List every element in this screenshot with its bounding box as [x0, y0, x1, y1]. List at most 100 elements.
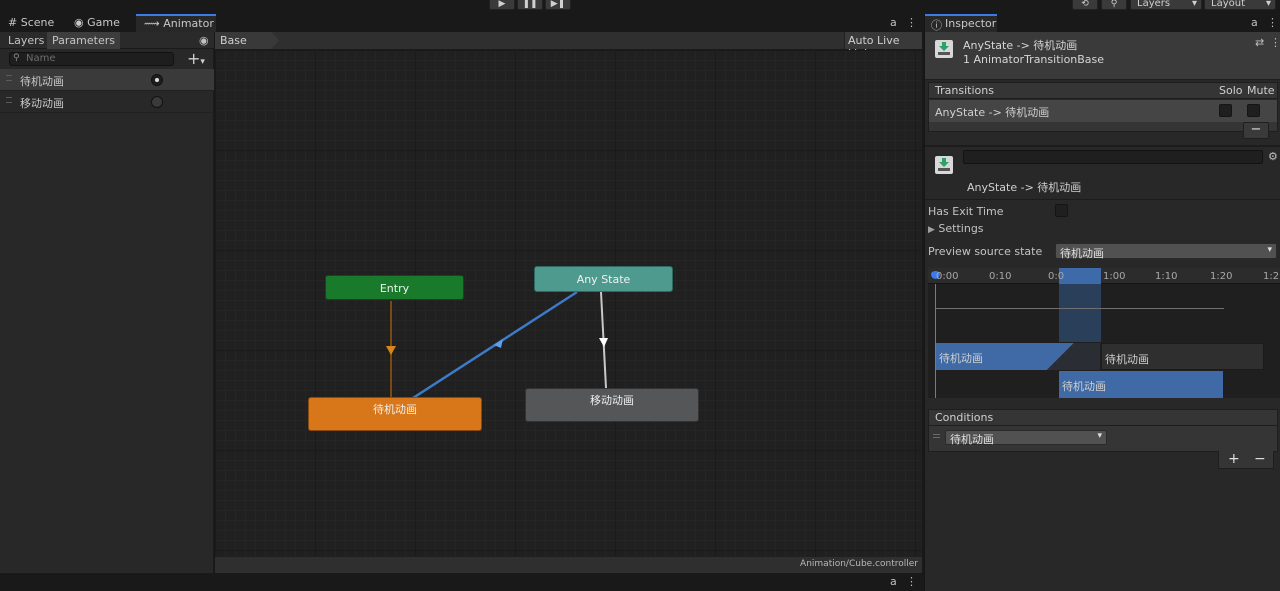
parameter-name: 移动动画 — [20, 97, 64, 110]
play-icon: ▶ — [498, 0, 506, 9]
subtab-parameters[interactable]: Parameters — [47, 32, 120, 49]
state-node-idle[interactable]: 待机动画 — [308, 397, 482, 431]
chevron-down-icon: ▾ — [1267, 245, 1272, 255]
transition-lines — [386, 290, 608, 400]
inspector-tab-bar: ⓘ Inspector a ⋮ — [925, 14, 1280, 32]
tab-animator[interactable]: ⟿ Animator — [136, 14, 216, 32]
step-button[interactable]: ▶❚ — [545, 0, 571, 10]
state-node-move[interactable]: 移动动画 — [525, 388, 699, 422]
inspector-subtitle: 1 AnimatorTransitionBase — [963, 53, 1105, 66]
transition-timeline[interactable]: 待机动画 待机动画 待机动画 — [928, 268, 1280, 398]
auto-live-link-button[interactable]: Auto Live Link — [844, 32, 922, 60]
parameter-bool-toggle[interactable] — [151, 74, 163, 86]
kebab-menu-icon[interactable]: ⋮ — [906, 16, 917, 29]
chevron-down-icon: ▾ — [1265, 0, 1271, 9]
animator-icon: ⟿ — [144, 17, 160, 30]
parameter-row[interactable]: 待机动画 — [0, 69, 214, 91]
conditions-footer: + − — [1218, 451, 1274, 469]
animator-graph[interactable]: Entry Any State 待机动画 移动动画 — [215, 50, 922, 557]
condition-parameter-dropdown[interactable]: 待机动画 ▾ — [945, 430, 1107, 446]
layers-dropdown[interactable]: Layers ▾ — [1130, 0, 1202, 10]
tab-scene[interactable]: # Scene — [0, 14, 64, 32]
step-icon: ▶❚ — [550, 0, 566, 9]
condition-parameter-value: 待机动画 — [950, 433, 994, 446]
parameter-row[interactable]: 移动动画 — [0, 91, 214, 113]
preset-icon[interactable]: ⇄ — [1255, 36, 1264, 49]
timeline-track-source-continue[interactable]: 待机动画 — [1101, 343, 1264, 370]
entry-node-label: Entry — [379, 282, 410, 295]
preview-source-value: 待机动画 — [1060, 247, 1104, 260]
window-tab-bar: # Scene ◉ Game ⟿ Animator a ⋮ — [0, 14, 922, 32]
pause-icon: ❚❚ — [522, 0, 538, 9]
parameter-name: 待机动画 — [20, 75, 64, 88]
mute-column-label: Mute — [1247, 84, 1275, 97]
kebab-menu-icon[interactable]: ⋮ — [1270, 36, 1280, 49]
timeline-tick: 0:10 — [989, 271, 1012, 282]
lock-icon[interactable]: a — [1251, 16, 1258, 29]
kebab-menu-icon[interactable]: ⋮ — [906, 575, 917, 588]
parameter-search-input[interactable]: ⚲ Name — [9, 52, 174, 66]
conditions-list-header: Conditions — [928, 409, 1278, 426]
timeline-track-label: 待机动画 — [939, 352, 983, 365]
entry-node[interactable]: Entry — [325, 275, 464, 300]
transitions-list-footer — [928, 122, 1278, 132]
graph-breadcrumb-bar: Base Layer Auto Live Link — [215, 32, 922, 60]
has-exit-time-checkbox[interactable] — [1055, 204, 1068, 217]
transition-blend-marker[interactable] — [1059, 268, 1101, 284]
tab-animator-label: Animator — [163, 17, 214, 30]
tab-inspector-label: Inspector — [945, 17, 997, 30]
add-parameter-button[interactable]: +▾ — [187, 49, 205, 68]
gear-icon[interactable]: ⚙ — [1268, 150, 1278, 163]
state-node-label: 待机动画 — [373, 403, 417, 416]
eye-icon[interactable]: ◉ — [199, 34, 209, 47]
remove-transition-label: − — [1250, 122, 1262, 137]
tab-inspector[interactable]: ⓘ Inspector — [925, 14, 997, 32]
search-button[interactable]: ⚲ — [1101, 0, 1127, 10]
tab-scene-label: Scene — [20, 16, 55, 29]
condition-row[interactable]: 待机动画 ▾ — [928, 426, 1278, 452]
any-state-node[interactable]: Any State — [534, 266, 673, 292]
timeline-track-source[interactable]: 待机动画 — [936, 343, 1100, 370]
section-divider — [925, 145, 1280, 147]
play-button[interactable]: ▶ — [489, 0, 515, 10]
add-condition-button[interactable]: + — [1228, 451, 1240, 467]
transition-caption: AnyState -> 待机动画 — [967, 181, 1082, 194]
drag-handle-icon[interactable] — [6, 97, 12, 103]
parameter-bool-toggle[interactable] — [151, 96, 163, 108]
drag-handle-icon[interactable] — [933, 434, 940, 438]
parameters-panel: Layers Parameters ◉ ⚲ Name +▾ 待机动画 移动动画 — [0, 32, 214, 573]
layout-dropdown[interactable]: Layout ▾ — [1204, 0, 1276, 10]
history-button[interactable]: ⟲ — [1072, 0, 1098, 10]
layout-dropdown-label: Layout — [1211, 0, 1245, 9]
drag-handle-icon[interactable] — [6, 75, 12, 81]
tab-game[interactable]: ◉ Game — [66, 14, 132, 32]
transition-list-item[interactable]: AnyState -> 待机动画 — [928, 100, 1278, 122]
transition-name-input[interactable] — [963, 150, 1263, 164]
timeline-track-label: 待机动画 — [1105, 353, 1149, 366]
info-icon: ⓘ — [931, 19, 942, 32]
mute-checkbox[interactable] — [1247, 104, 1260, 117]
pause-button[interactable]: ❚❚ — [517, 0, 543, 10]
transition-icon — [935, 40, 953, 58]
settings-foldout[interactable]: ▶ Settings — [928, 222, 1078, 238]
lock-icon[interactable]: a — [890, 16, 897, 29]
transition-arrow-icon — [386, 346, 396, 355]
breadcrumb[interactable]: Base Layer — [215, 32, 279, 49]
settings-label: Settings — [938, 222, 984, 235]
preview-source-dropdown[interactable]: 待机动画 ▾ — [1055, 243, 1277, 260]
main-toolbar: ▶ ❚❚ ▶❚ ⟲ ⚲ Layers ▾ Layout ▾ — [0, 0, 1280, 14]
lock-icon[interactable]: a — [890, 575, 897, 588]
timeline-tick: 0:00 — [936, 271, 959, 282]
subtab-layers[interactable]: Layers — [3, 32, 49, 49]
timeline-tick: 0:0 — [1048, 271, 1065, 282]
timeline-curve — [936, 308, 1224, 309]
kebab-menu-icon[interactable]: ⋮ — [1267, 16, 1278, 29]
search-placeholder: Name — [26, 53, 56, 64]
chevron-right-icon: ▶ — [928, 225, 935, 235]
timeline-track-destination[interactable]: 待机动画 — [1059, 371, 1223, 398]
gamepad-icon: ◉ — [74, 16, 84, 29]
solo-checkbox[interactable] — [1219, 104, 1232, 117]
remove-transition-button[interactable]: − — [1243, 122, 1269, 139]
remove-condition-button[interactable]: − — [1254, 451, 1266, 467]
has-exit-time-label: Has Exit Time — [928, 205, 1004, 218]
